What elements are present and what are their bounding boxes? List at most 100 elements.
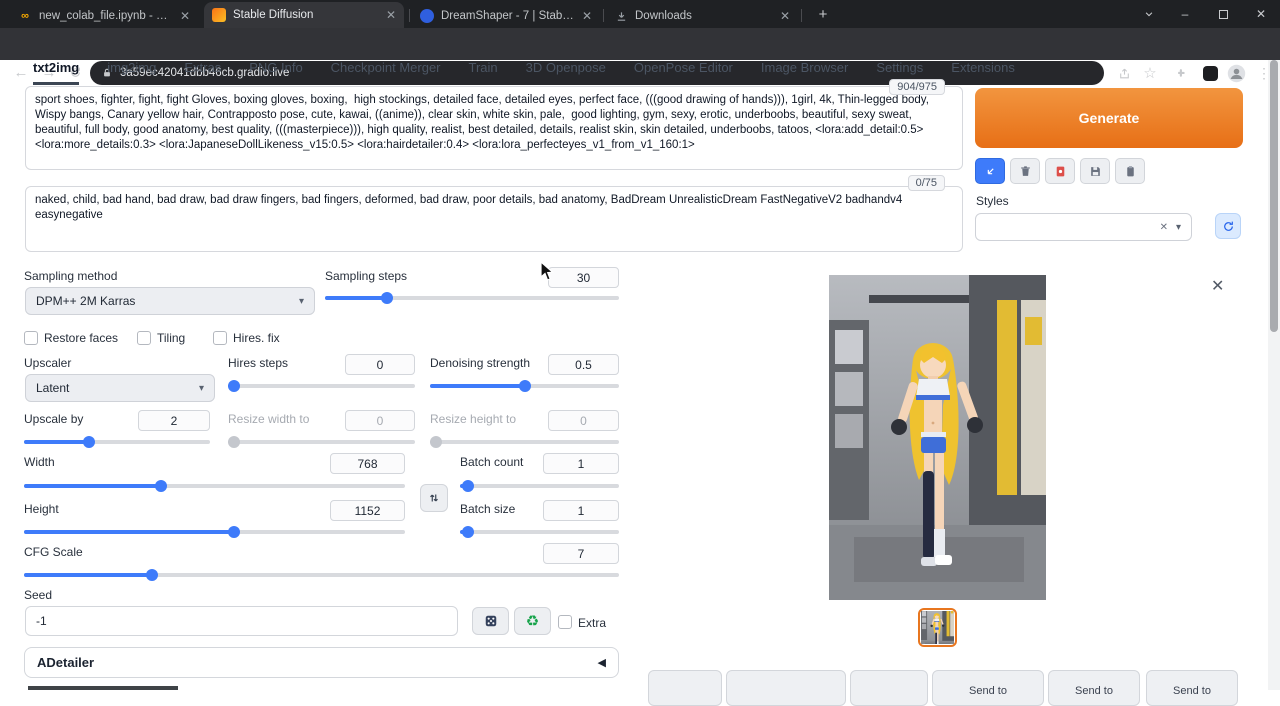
mouse-cursor <box>540 261 555 282</box>
extra-networks-button[interactable] <box>1045 158 1075 184</box>
height-slider[interactable] <box>24 526 405 538</box>
hires-fix-label: Hires. fix <box>233 331 280 345</box>
bookmark-star-icon[interactable]: ☆ <box>1138 61 1162 85</box>
refresh-icon <box>1222 220 1235 233</box>
tab-txt2img[interactable]: txt2img <box>33 60 79 85</box>
cfg-scale-input[interactable] <box>543 543 619 564</box>
prompt-textarea[interactable]: sport shoes, fighter, fight, fight Glove… <box>25 86 963 170</box>
seed-input[interactable] <box>25 606 458 636</box>
sampling-steps-label: Sampling steps <box>325 269 407 283</box>
tab-close-icon[interactable]: ✕ <box>180 10 190 22</box>
extra-seed-checkbox[interactable] <box>558 615 572 629</box>
browser-tab-downloads[interactable]: Downloads ✕ <box>606 4 798 28</box>
zip-image-button[interactable] <box>726 670 846 706</box>
tab-title: Downloads <box>635 10 773 22</box>
sampling-method-label: Sampling method <box>24 269 117 283</box>
gradio-favicon-icon <box>212 8 226 22</box>
refresh-styles-button[interactable] <box>1215 213 1241 239</box>
tab-search-chevron-icon[interactable] <box>1134 0 1164 28</box>
window-close-button[interactable]: ✕ <box>1246 0 1276 28</box>
output-extra-button[interactable] <box>850 670 928 706</box>
chevron-down-icon: ▾ <box>199 383 204 394</box>
upscale-by-slider[interactable] <box>24 436 210 448</box>
extensions-puzzle-icon[interactable] <box>1170 61 1194 85</box>
civitai-favicon-icon <box>420 9 434 23</box>
save-style-button[interactable] <box>1080 158 1110 184</box>
hires-steps-slider[interactable] <box>228 380 415 392</box>
profile-avatar[interactable] <box>1224 61 1248 85</box>
resize-height-input[interactable] <box>548 410 619 431</box>
thumbnail-image <box>921 611 954 644</box>
send-to-img2img-button[interactable]: Send to <box>932 670 1044 706</box>
browser-tab-colab[interactable]: ∞ new_colab_file.ipynb - Colaborat ✕ <box>10 4 198 28</box>
window-maximize-button[interactable] <box>1208 0 1238 28</box>
batch-count-slider[interactable] <box>460 480 619 492</box>
send-to-extras-button[interactable]: Send to <box>1146 670 1238 706</box>
batch-size-slider[interactable] <box>460 526 619 538</box>
denoising-strength-input[interactable] <box>548 354 619 375</box>
tab-close-icon[interactable]: ✕ <box>780 10 790 22</box>
restore-faces-checkbox[interactable] <box>24 331 38 345</box>
prompt-token-counter: 904/975 <box>889 79 945 95</box>
cfg-scale-slider[interactable] <box>24 569 619 581</box>
styles-label: Styles <box>976 194 1009 208</box>
tab-close-icon[interactable]: ✕ <box>386 9 396 21</box>
cfg-scale-label: CFG Scale <box>24 545 83 559</box>
tab-extras[interactable]: Extras <box>184 60 221 85</box>
hires-fix-checkbox[interactable] <box>213 331 227 345</box>
adetailer-accordion[interactable]: ADetailer ◀ <box>24 647 619 678</box>
batch-count-input[interactable] <box>543 453 619 474</box>
tab-checkpoint-merger[interactable]: Checkpoint Merger <box>331 60 441 85</box>
send-to-inpaint-button[interactable]: Send to <box>1048 670 1140 706</box>
apply-style-button[interactable] <box>1115 158 1145 184</box>
save-image-button[interactable] <box>648 670 722 706</box>
paste-params-button[interactable] <box>975 158 1005 184</box>
denoising-strength-slider[interactable] <box>430 380 619 392</box>
tab-3d-openpose[interactable]: 3D Openpose <box>526 60 606 85</box>
tab-train[interactable]: Train <box>469 60 498 85</box>
tab-openpose-editor[interactable]: OpenPose Editor <box>634 60 733 85</box>
width-input[interactable] <box>330 453 405 474</box>
browser-toolbar: ← → 3a59ec42041dbb46cb.gradio.live ☆ ⋮ <box>0 28 1280 60</box>
share-icon[interactable] <box>1112 61 1136 85</box>
upscaler-select[interactable]: Latent ▾ <box>25 374 215 402</box>
generated-image[interactable] <box>829 275 1046 600</box>
generate-button[interactable]: Generate <box>975 88 1243 148</box>
hires-steps-label: Hires steps <box>228 356 288 370</box>
sampling-steps-slider[interactable] <box>325 292 619 304</box>
sampling-steps-input[interactable] <box>548 267 619 288</box>
negative-prompt-textarea[interactable]: naked, child, bad hand, bad draw, bad dr… <box>25 186 963 252</box>
resize-width-slider[interactable] <box>228 436 415 448</box>
swap-width-height-button[interactable] <box>420 484 448 512</box>
tiling-checkbox[interactable] <box>137 331 151 345</box>
height-input[interactable] <box>330 500 405 521</box>
browser-tab-dreamshaper[interactable]: DreamShaper - 7 | Stable Diffusi ✕ <box>412 4 600 28</box>
tab-extensions[interactable]: Extensions <box>951 60 1015 85</box>
tab-img2img[interactable]: img2img <box>107 60 156 85</box>
new-tab-button[interactable]: + <box>810 0 836 28</box>
styles-dropdown[interactable]: ✕ ▾ <box>975 213 1192 241</box>
hires-steps-input[interactable] <box>345 354 415 375</box>
tab-title: DreamShaper - 7 | Stable Diffusi <box>441 10 575 22</box>
gallery-thumbnail-selected[interactable] <box>918 608 957 647</box>
resize-height-slider[interactable] <box>430 436 619 448</box>
random-seed-button[interactable] <box>472 607 509 635</box>
width-slider[interactable] <box>24 480 405 492</box>
back-button[interactable]: ← <box>8 60 34 84</box>
upscale-by-label: Upscale by <box>24 412 83 426</box>
tab-png-info[interactable]: PNG Info <box>249 60 302 85</box>
sampling-method-select[interactable]: DPM++ 2M Karras ▾ <box>25 287 315 315</box>
clear-prompt-button[interactable] <box>1010 158 1040 184</box>
page-scrollbar-thumb[interactable] <box>1270 60 1278 332</box>
close-image-icon[interactable]: ✕ <box>1211 279 1224 295</box>
reuse-seed-button[interactable]: ♻ <box>514 607 551 635</box>
tab-image-browser[interactable]: Image Browser <box>761 60 848 85</box>
browser-tab-stable-diffusion[interactable]: Stable Diffusion ✕ <box>204 2 404 28</box>
batch-size-input[interactable] <box>543 500 619 521</box>
clear-styles-icon[interactable]: ✕ <box>1160 222 1168 233</box>
pinned-extension-icon[interactable] <box>1198 61 1222 85</box>
tab-close-icon[interactable]: ✕ <box>582 10 592 22</box>
window-minimize-button[interactable]: – <box>1170 0 1200 28</box>
resize-width-input[interactable] <box>345 410 415 431</box>
upscale-by-input[interactable] <box>138 410 210 431</box>
